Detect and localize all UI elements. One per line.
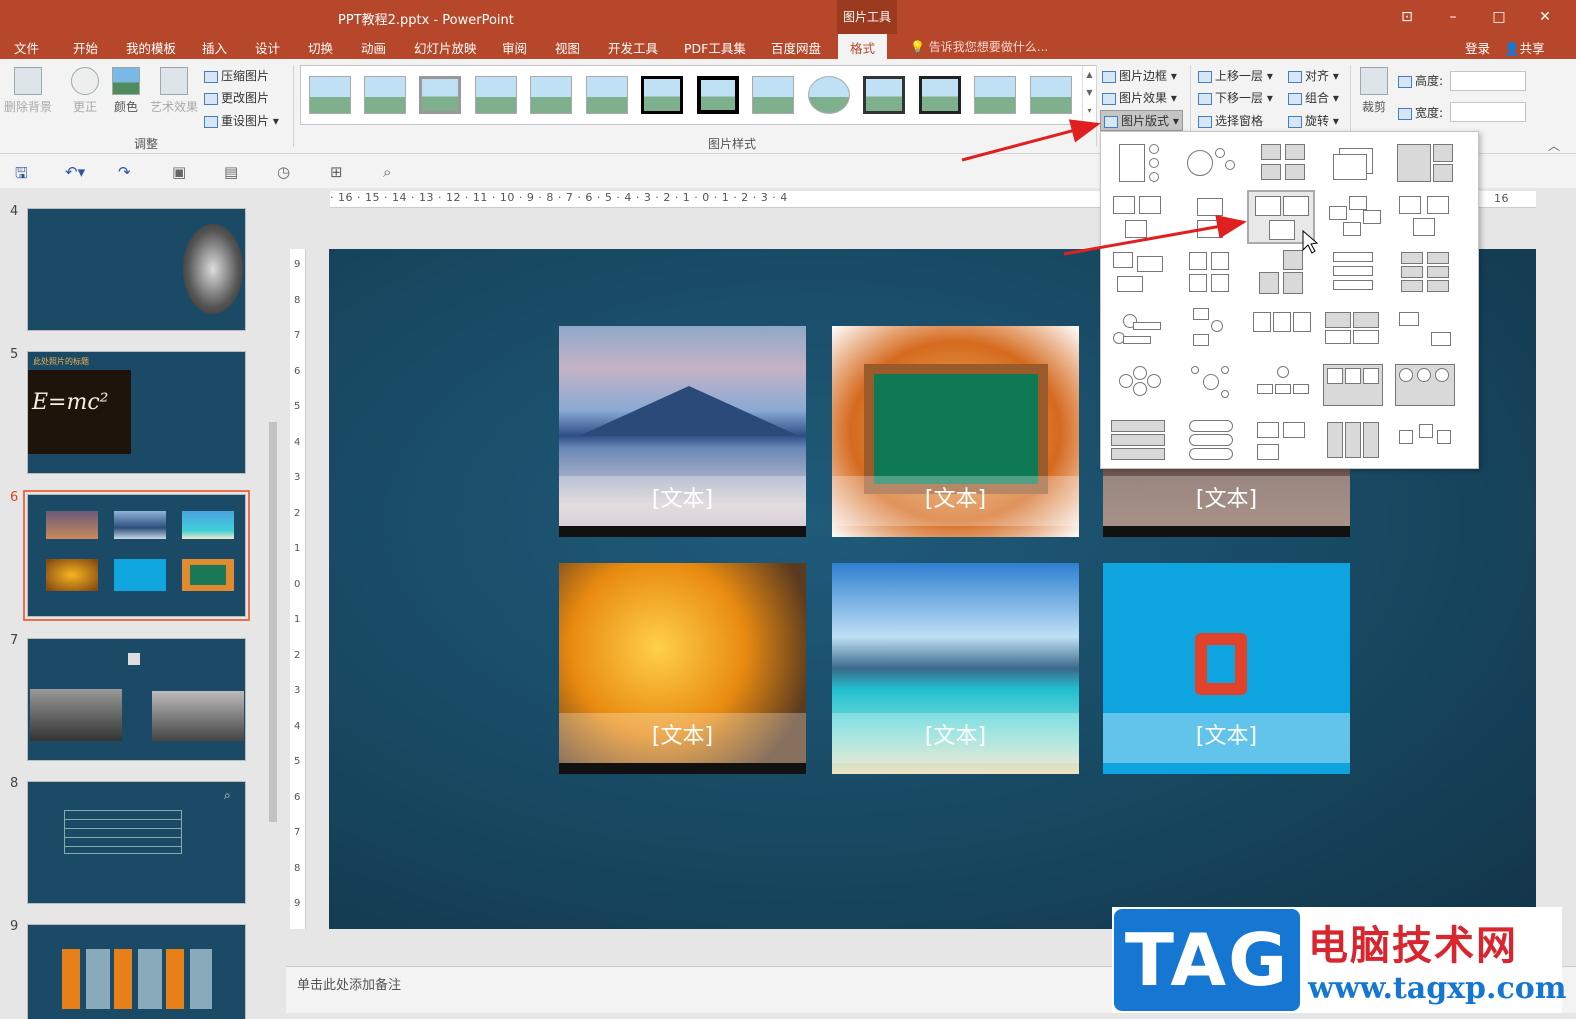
- annotation-arrows: [961, 119, 1319, 256]
- arrow-to-layout-button: [961, 119, 1101, 162]
- arrow-to-layout-option: [1063, 214, 1247, 256]
- watermark: TAG 电脑技术网 www.tagxp.com: [1112, 907, 1567, 1013]
- watermark-url: www.tagxp.com: [1308, 971, 1567, 1006]
- watermark-site-name: 电脑技术网: [1308, 923, 1518, 969]
- mouse-cursor-icon: [1302, 229, 1319, 254]
- watermark-logo: TAG: [1114, 909, 1300, 1011]
